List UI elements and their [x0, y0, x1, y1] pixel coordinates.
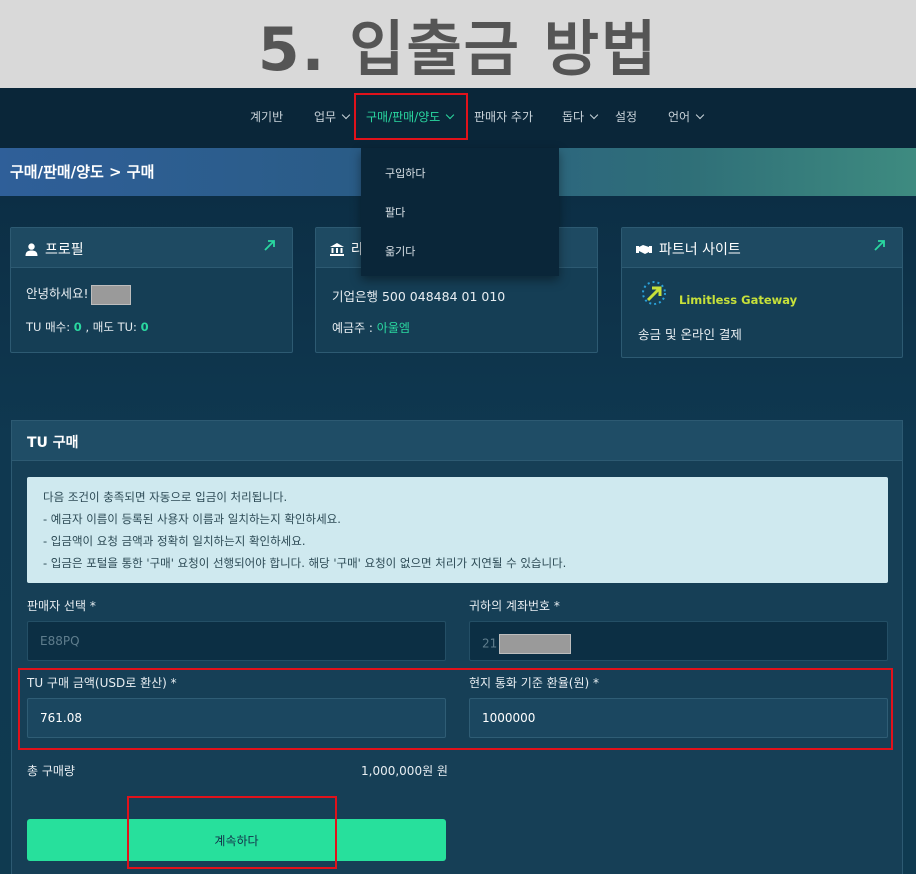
buy-tu-value: 0 — [73, 320, 82, 334]
menu-item-buy[interactable]: 구입하다 — [385, 165, 425, 181]
amount-input-value: 761.08 — [40, 711, 82, 725]
redacted-name — [90, 284, 131, 305]
breadcrumb: 구매/판매/양도 > 구매 — [10, 163, 155, 181]
account-label: 귀하의 계좌번호 * — [469, 599, 560, 613]
top-nav: 계기반 업무 구매/판매/양도 판매자 추가 돕다 설정 언어 — [0, 88, 916, 148]
notice-line: - 입금액이 요청 금액과 정확히 일치하는지 확인하세요. — [43, 534, 306, 548]
buy-tu-label: TU 매수: — [26, 320, 74, 334]
profile-card-title: 프로필 — [45, 242, 84, 258]
seller-select-value: E88PQ — [40, 634, 80, 648]
nav-add-seller-label: 판매자 추가 — [474, 110, 534, 124]
limitless-logo-icon — [640, 280, 676, 316]
nav-business-label: 업무 — [314, 110, 337, 124]
nav-settings-label: 설정 — [615, 110, 638, 124]
nav-language-label: 언어 — [668, 110, 691, 124]
seller-label: 판매자 선택 * — [27, 599, 96, 613]
handshake-icon — [636, 245, 652, 254]
continue-button-label: 계속하다 — [214, 833, 259, 848]
profile-tu-row: TU 매수: 0 , 매도 TU: 0 — [26, 319, 149, 335]
sell-tu-value: 0 — [140, 320, 149, 334]
tu-purchase-title: TU 구매 — [27, 435, 79, 451]
chevron-down-icon — [589, 110, 599, 119]
bank-holder-label: 예금주 : — [332, 321, 377, 335]
partner-card: 파트너 사이트 Limitless Gateway 송금 및 온라인 결제 — [621, 227, 903, 358]
profile-card: 프로필 안녕하세요! TU 매수: 0 , 매도 TU: 0 — [10, 227, 293, 353]
total-label: 총 구매량 — [27, 764, 75, 778]
partner-card-title: 파트너 사이트 — [659, 242, 741, 258]
redacted-account — [499, 634, 572, 654]
bank-holder-value: 아울엠 — [376, 321, 410, 335]
nav-business[interactable]: 업무 — [314, 108, 351, 125]
user-icon — [25, 242, 38, 256]
notice-line: 다음 조건이 충족되면 자동으로 입금이 처리됩니다. — [43, 490, 288, 504]
exchange-rate-input[interactable]: 1000000 — [469, 698, 888, 738]
rate-label: 현지 통화 기준 환율(원) * — [469, 676, 599, 690]
notice-line: - 예금자 이름이 등록된 사용자 이름과 일치하는지 확인하세요. — [43, 512, 341, 526]
bank-icon — [330, 242, 344, 256]
nav-help[interactable]: 돕다 — [562, 108, 599, 125]
account-number-field[interactable]: 21 — [469, 621, 888, 661]
app-window: 계기반 업무 구매/판매/양도 판매자 추가 돕다 설정 언어 구매/판매/양도… — [0, 88, 916, 874]
profile-greeting-row: 안녕하세요! — [26, 283, 131, 305]
nav-dashboard-label: 계기반 — [250, 110, 284, 124]
bank-account-line: 기업은행 500 048484 01 010 — [332, 289, 506, 304]
amount-label: TU 구매 금액(USD로 환산) * — [27, 676, 177, 690]
nav-language[interactable]: 언어 — [668, 108, 705, 125]
partner-subtitle: 송금 및 온라인 결제 — [638, 327, 742, 342]
banner-title: 5. 입출금 방법 — [257, 14, 659, 85]
nav-help-label: 돕다 — [562, 110, 585, 124]
external-link-icon[interactable] — [262, 237, 278, 253]
trade-dropdown-menu: 구입하다 팔다 옮기다 — [361, 148, 559, 276]
nav-add-seller[interactable]: 판매자 추가 — [474, 108, 533, 125]
exchange-rate-value: 1000000 — [482, 711, 536, 725]
external-link-icon[interactable] — [872, 237, 888, 253]
continue-button[interactable]: 계속하다 — [27, 819, 446, 861]
chevron-down-icon — [341, 110, 351, 119]
chevron-down-icon — [446, 110, 455, 119]
amount-input[interactable]: 761.08 — [27, 698, 446, 738]
chevron-down-icon — [695, 110, 705, 119]
account-number-value: 21 — [482, 634, 572, 654]
menu-item-sell[interactable]: 팔다 — [385, 204, 405, 220]
nav-settings[interactable]: 설정 — [615, 108, 637, 125]
total-value: 1,000,000원 원 — [361, 764, 448, 778]
profile-greeting: 안녕하세요! — [26, 286, 89, 301]
bank-holder-row: 예금주 : 아울엠 — [332, 319, 410, 336]
seller-select[interactable]: E88PQ — [27, 621, 446, 661]
nav-dashboard[interactable]: 계기반 — [250, 108, 283, 125]
notice-box: 다음 조건이 충족되면 자동으로 입금이 처리됩니다. - 예금자 이름이 등록… — [27, 477, 888, 583]
nav-trade[interactable]: 구매/판매/양도 — [366, 108, 455, 125]
sell-tu-label: , 매도 TU: — [81, 320, 141, 334]
partner-logo-text[interactable]: Limitless Gateway — [679, 293, 797, 307]
menu-item-transfer[interactable]: 옮기다 — [385, 243, 415, 259]
tu-purchase-panel: TU 구매 다음 조건이 충족되면 자동으로 입금이 처리됩니다. - 예금자 … — [11, 420, 903, 874]
title-banner: 5. 입출금 방법 — [0, 0, 916, 88]
nav-trade-label: 구매/판매/양도 — [366, 110, 441, 124]
notice-line: - 입금은 포털을 통한 '구매' 요청이 선행되어야 합니다. 해당 '구매'… — [43, 556, 567, 570]
